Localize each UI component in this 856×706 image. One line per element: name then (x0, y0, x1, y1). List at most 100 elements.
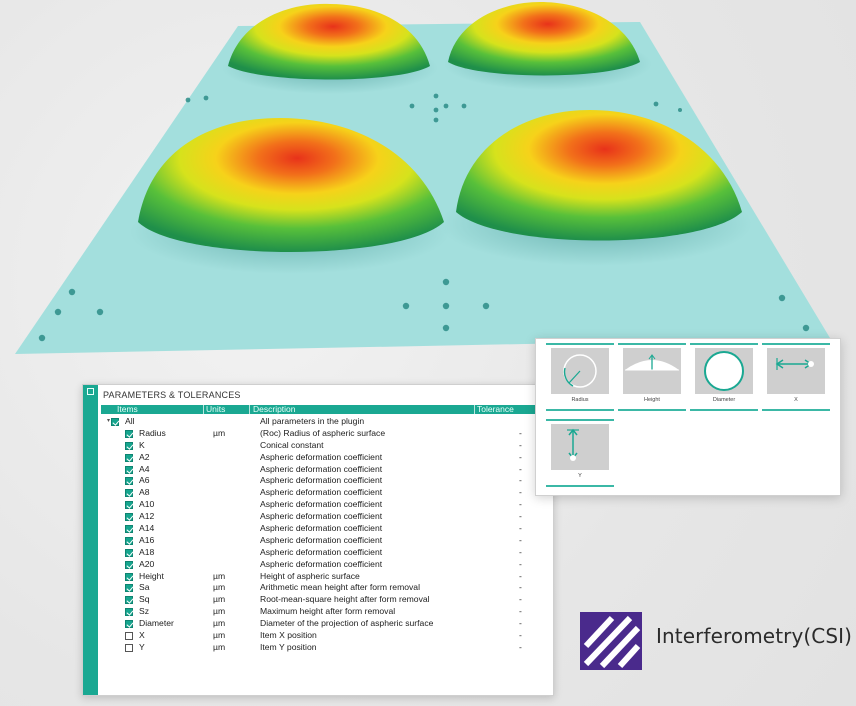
column-header-units[interactable]: Units (206, 405, 225, 414)
panel-title: PARAMETERS & TOLERANCES (103, 390, 241, 400)
table-row[interactable]: Sq µm Root-mean-square height after form r… (101, 594, 553, 606)
table-row[interactable]: K Conical constant - (101, 440, 553, 452)
radius-icon (563, 354, 597, 388)
item-checkbox[interactable] (125, 608, 133, 617)
item-tolerance[interactable]: - (519, 606, 522, 618)
item-name: Sq (139, 594, 150, 605)
table-row[interactable]: Height µm Height of aspheric surface - (101, 571, 553, 583)
item-tolerance[interactable]: - (519, 642, 522, 654)
item-name: A4 (139, 463, 150, 474)
item-checkbox[interactable] (125, 477, 133, 486)
item-checkbox[interactable] (125, 465, 133, 474)
item-tolerance[interactable]: - (519, 571, 522, 583)
item-tolerance[interactable]: - (519, 428, 522, 440)
column-header-tolerance[interactable]: Tolerance (477, 405, 514, 414)
item-tolerance[interactable]: - (519, 594, 522, 606)
table-row[interactable]: Diameter µm Diameter of the projection of … (101, 618, 553, 630)
item-description: Height of aspheric surface (260, 570, 360, 581)
item-name: All (125, 416, 135, 426)
item-tolerance[interactable]: - (519, 618, 522, 630)
table-row[interactable]: Yµm Item Y position - (101, 642, 553, 654)
table-row[interactable]: A6 Aspheric deformation coefficient - (101, 475, 553, 487)
table-row[interactable]: A20 Aspheric deformation coefficient - (101, 559, 553, 571)
item-tolerance[interactable]: - (519, 487, 522, 499)
shape-tile-y[interactable]: Y (546, 419, 614, 487)
item-unit: µm (213, 570, 226, 581)
item-tolerance[interactable]: - (519, 464, 522, 476)
item-description: Arithmetic mean height after form remova… (260, 582, 420, 593)
table-row[interactable]: Xµm Item X position - (101, 630, 553, 642)
item-description: Aspheric deformation coefficient (260, 487, 383, 498)
item-checkbox[interactable] (125, 584, 133, 593)
item-tolerance[interactable]: - (519, 547, 522, 559)
table-row[interactable]: A14 Aspheric deformation coefficient - (101, 523, 553, 535)
item-checkbox[interactable] (125, 429, 133, 438)
item-checkbox[interactable] (125, 596, 133, 605)
item-tolerance[interactable]: - (519, 440, 522, 452)
shape-tile-x[interactable]: X (762, 343, 830, 411)
item-name: A8 (139, 487, 150, 498)
item-checkbox[interactable] (125, 441, 133, 450)
column-header-items[interactable]: Items (117, 405, 138, 414)
item-tolerance[interactable]: - (519, 559, 522, 571)
table-row[interactable]: ▾ All All parameters in the plugin (101, 416, 553, 428)
item-tolerance[interactable]: - (519, 452, 522, 464)
item-checkbox[interactable] (125, 501, 133, 510)
shape-tile-radius[interactable]: Radius (546, 343, 614, 411)
table-row[interactable]: A18 Aspheric deformation coefficient - (101, 547, 553, 559)
item-tolerance[interactable]: - (519, 499, 522, 511)
item-unit: µm (213, 618, 226, 629)
shape-label-radius: Radius (571, 397, 589, 403)
table-row[interactable]: Sz µm Maximum height after form removal - (101, 606, 553, 618)
item-unit: µm (213, 582, 226, 593)
item-tolerance[interactable]: - (519, 582, 522, 594)
table-row[interactable]: A8 Aspheric deformation coefficient - (101, 487, 553, 499)
item-tolerance[interactable]: - (519, 630, 522, 642)
shape-label-x: X (794, 397, 798, 403)
item-description: Root-mean-square height after form remov… (260, 594, 430, 605)
item-description: Aspheric deformation coefficient (260, 463, 383, 474)
item-checkbox[interactable] (125, 632, 133, 641)
panel-pin-icon[interactable] (87, 388, 94, 395)
item-description: Diameter of the projection of aspheric s… (260, 618, 434, 629)
shape-tile-diameter[interactable]: Diameter (690, 343, 758, 411)
table-row[interactable]: A2 Aspheric deformation coefficient - (101, 452, 553, 464)
item-checkbox[interactable] (125, 536, 133, 545)
item-checkbox[interactable] (125, 548, 133, 557)
table-row[interactable]: A10 Aspheric deformation coefficient - (101, 499, 553, 511)
item-checkbox[interactable] (125, 513, 133, 522)
item-checkbox[interactable] (125, 525, 133, 534)
item-checkbox[interactable] (125, 489, 133, 498)
item-description: (Roc) Radius of aspheric surface (260, 427, 386, 438)
item-tolerance[interactable]: - (519, 475, 522, 487)
item-checkbox[interactable] (125, 643, 133, 652)
collapse-arrow-icon[interactable]: ▾ (107, 416, 110, 428)
item-description: Aspheric deformation coefficient (260, 511, 383, 522)
dome-back-left (228, 3, 430, 80)
item-name: Radius (139, 427, 166, 438)
item-checkbox[interactable] (111, 418, 119, 426)
table-row[interactable]: A12 Aspheric deformation coefficient - (101, 511, 553, 523)
dome-back-right (448, 2, 640, 76)
item-name: K (139, 439, 145, 450)
table-row[interactable]: Sa µm Arithmetic mean height after form re… (101, 582, 553, 594)
item-checkbox[interactable] (125, 560, 133, 569)
item-name: X (139, 630, 145, 641)
item-checkbox[interactable] (125, 453, 133, 462)
column-header-description[interactable]: Description (253, 405, 296, 414)
item-tolerance[interactable]: - (519, 535, 522, 547)
item-checkbox[interactable] (125, 572, 133, 581)
stripes-logo-icon (580, 612, 642, 670)
surface-3d-view (15, 2, 830, 354)
item-checkbox[interactable] (125, 620, 133, 629)
item-name: A10 (139, 499, 155, 510)
item-name: Sz (139, 606, 150, 617)
item-tolerance[interactable]: - (519, 523, 522, 535)
parameters-tolerances-panel: PARAMETERS & TOLERANCES Items Units Desc… (82, 384, 554, 696)
shape-tile-height[interactable]: Height (618, 343, 686, 411)
table-row[interactable]: A16 Aspheric deformation coefficient - (101, 535, 553, 547)
table-row[interactable]: A4 Aspheric deformation coefficient - (101, 464, 553, 476)
table-row[interactable]: Radius µm (Roc) Radius of aspheric surface… (101, 428, 553, 440)
item-tolerance[interactable]: - (519, 511, 522, 523)
item-description: Conical constant (260, 439, 324, 450)
